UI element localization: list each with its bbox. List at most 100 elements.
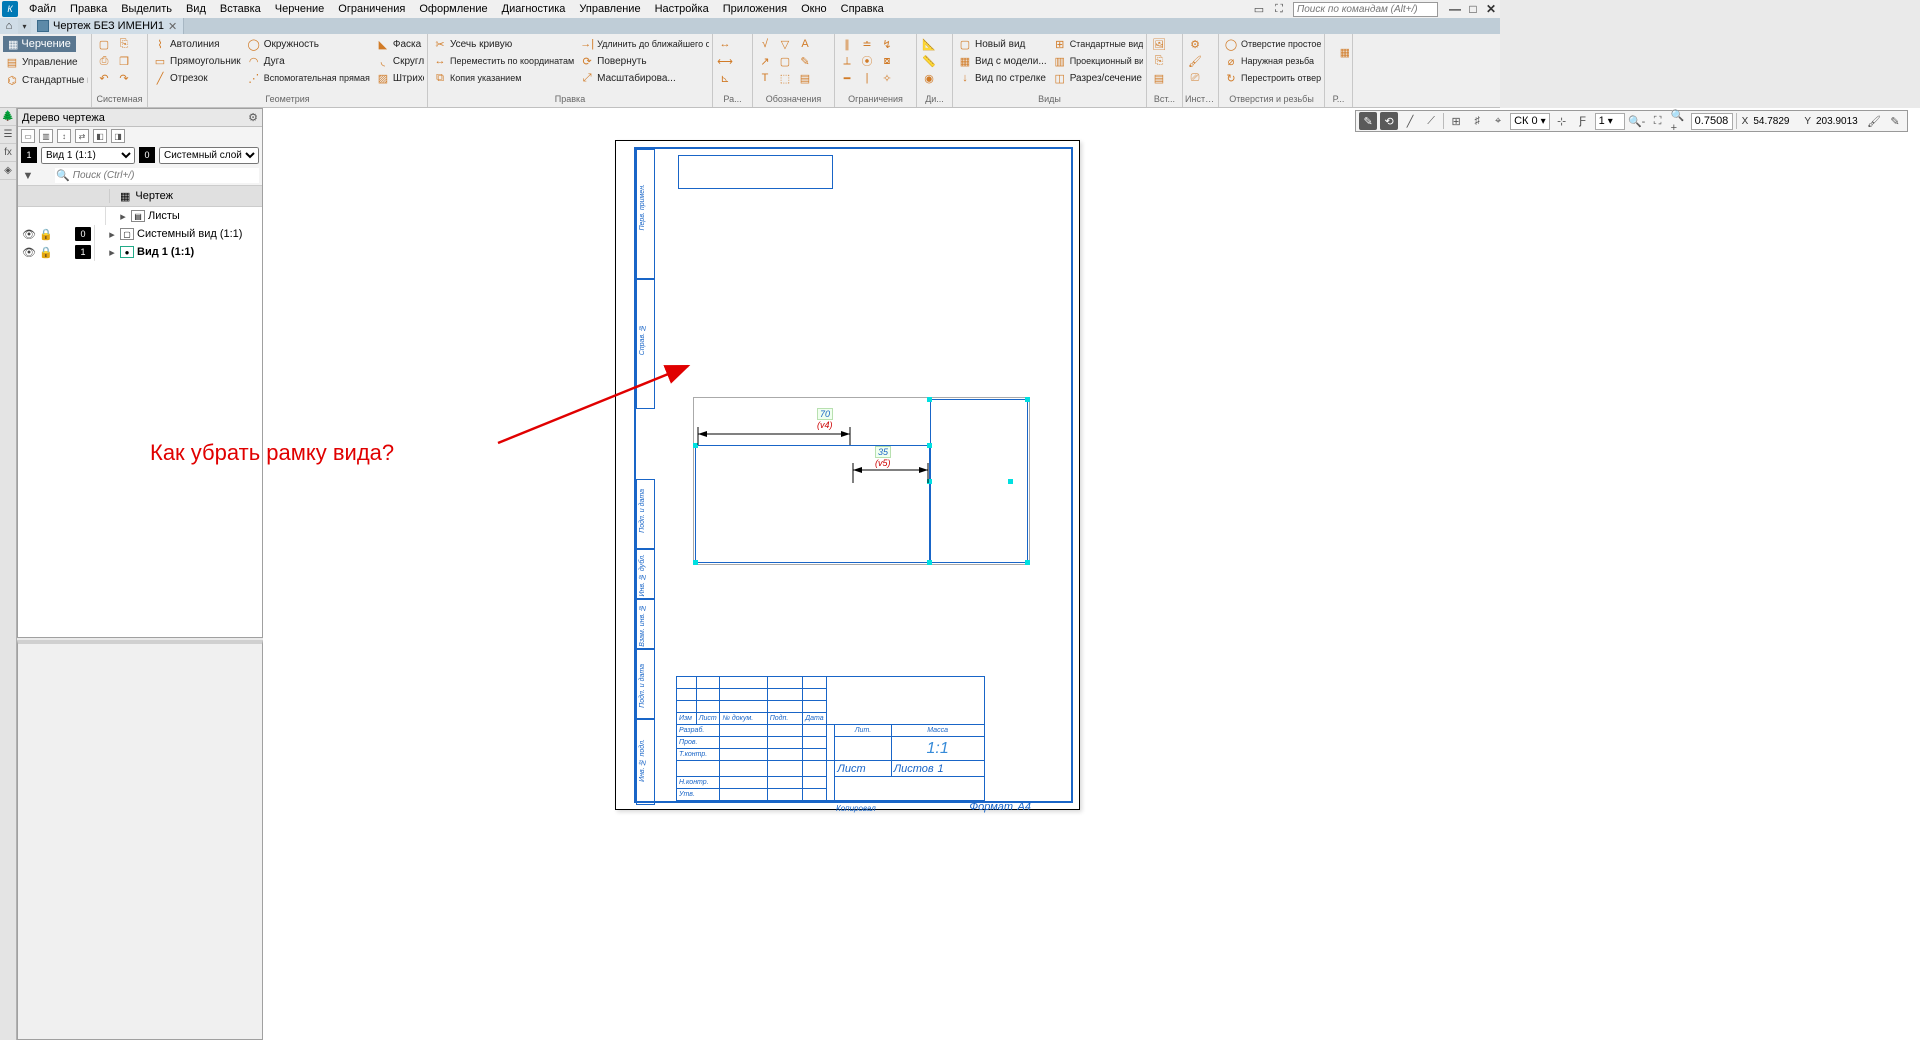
- handle-6[interactable]: [1025, 397, 1030, 402]
- diag-3[interactable]: ◉: [920, 70, 938, 86]
- edit-copy[interactable]: ⧉Копия указанием: [431, 70, 576, 86]
- edit-scale[interactable]: ⤢Масштабирова...: [578, 70, 709, 86]
- eye-view1[interactable]: 👁: [22, 246, 36, 259]
- tree-sysview[interactable]: 👁 🔒 0 ▸ ▢ Системный вид (1:1): [18, 225, 262, 243]
- menu-apps[interactable]: Приложения: [716, 1, 794, 17]
- con-7[interactable]: ↯: [878, 36, 896, 52]
- command-search[interactable]: [1293, 2, 1438, 17]
- geom-arc[interactable]: ◠Дуга: [245, 53, 372, 69]
- holes-rebuild[interactable]: ↻Перестроить отверстия и из...: [1222, 70, 1321, 86]
- con-9[interactable]: ✧: [878, 70, 896, 86]
- annot-1[interactable]: √: [756, 36, 774, 52]
- doc-tab[interactable]: Чертеж БЕЗ ИМЕНИ1 ✕: [31, 18, 184, 34]
- tree-settings-icon[interactable]: ⚙: [248, 111, 258, 124]
- menu-file[interactable]: Файл: [22, 1, 63, 17]
- sys-redo[interactable]: ↷: [115, 70, 133, 86]
- sys-print[interactable]: ⎙: [95, 53, 113, 69]
- rail-lib[interactable]: ◈: [0, 162, 16, 180]
- diag-2[interactable]: 📏: [920, 53, 938, 69]
- rail-fx[interactable]: fx: [0, 144, 16, 162]
- layer-select[interactable]: Системный слой: [159, 147, 259, 164]
- geom-aux[interactable]: ⋰Вспомогательная прямая: [245, 70, 372, 86]
- views-new[interactable]: ▢Новый вид: [956, 36, 1049, 52]
- annot-7[interactable]: А: [796, 36, 814, 52]
- geom-hatch[interactable]: ▨Штриховка: [374, 70, 424, 86]
- rail-tree[interactable]: 🌲: [0, 108, 16, 126]
- close-button[interactable]: ✕: [1484, 2, 1498, 16]
- views-arrow[interactable]: ↓Вид по стрелке: [956, 70, 1049, 86]
- vb-4[interactable]: ⟋: [1422, 112, 1440, 130]
- vb-zoomin[interactable]: 🔍+: [1670, 112, 1688, 130]
- sys-open[interactable]: ⎘: [115, 36, 133, 52]
- home-dropdown[interactable]: ▾: [18, 18, 31, 34]
- dim-70-val[interactable]: 70: [817, 408, 833, 420]
- ins-1[interactable]: 🖼: [1150, 36, 1168, 52]
- vb-3[interactable]: ╱: [1401, 112, 1419, 130]
- dim-1[interactable]: ↔: [716, 36, 734, 52]
- ribbon-std-parts[interactable]: ⌬Стандартные изделия: [3, 72, 88, 88]
- tree-t2[interactable]: ▥: [39, 129, 53, 143]
- menu-help[interactable]: Справка: [834, 1, 891, 17]
- vb-2[interactable]: ⟲: [1380, 112, 1398, 130]
- annot-8[interactable]: ✎: [796, 53, 814, 69]
- filter-icon[interactable]: ▼: [21, 169, 35, 183]
- views-section[interactable]: ◫Разрез/сечение: [1051, 70, 1143, 86]
- menu-draft[interactable]: Черчение: [268, 1, 332, 17]
- con-3[interactable]: ━: [838, 70, 856, 86]
- doc-tab-close[interactable]: ✕: [168, 20, 177, 33]
- tree-t3[interactable]: ↕: [57, 129, 71, 143]
- annot-4[interactable]: ▽: [776, 36, 794, 52]
- menu-view[interactable]: Вид: [179, 1, 213, 17]
- vb-snap[interactable]: ⌖: [1489, 112, 1507, 130]
- menu-settings[interactable]: Настройка: [648, 1, 716, 17]
- geom-fillet[interactable]: ◟Скругление: [374, 53, 424, 69]
- drawing-canvas[interactable]: ✎ ⟲ ╱ ⟋ ⊞ ♯ ⌖ СК 0▾ ⊹ Ƒ 1▾ 🔍- ⛶ 🔍+ 0.750…: [263, 108, 1920, 1040]
- tree-sheets[interactable]: ▸ ▤ Листы: [18, 207, 262, 225]
- menu-manage[interactable]: Управление: [572, 1, 647, 17]
- vb-zoomout[interactable]: 🔍-: [1628, 112, 1646, 130]
- menu-insert[interactable]: Вставка: [213, 1, 268, 17]
- home-tab[interactable]: ⌂: [0, 18, 18, 34]
- views-proj[interactable]: ▥Проекционный вид: [1051, 53, 1143, 69]
- dim-2[interactable]: ⟷: [716, 53, 734, 69]
- tool-1[interactable]: ⚙: [1186, 36, 1204, 52]
- geom-rect[interactable]: ▭Прямоугольник: [151, 53, 243, 69]
- menu-edit[interactable]: Правка: [63, 1, 114, 17]
- menu-constraints[interactable]: Ограничения: [331, 1, 412, 17]
- con-4[interactable]: ≐: [858, 36, 876, 52]
- vb-zoomval[interactable]: 0.7508: [1691, 113, 1733, 130]
- tree-t6[interactable]: ◨: [111, 129, 125, 143]
- vb-brush[interactable]: 🖌: [1865, 112, 1883, 130]
- expand-sheets[interactable]: ▸: [118, 210, 128, 223]
- handle-5[interactable]: [927, 397, 932, 402]
- ribbon-management[interactable]: ▤Управление: [3, 54, 80, 70]
- minimize-button[interactable]: —: [1448, 2, 1462, 16]
- annot-6[interactable]: ⬚: [776, 70, 794, 86]
- tool-2[interactable]: 🖌: [1186, 53, 1204, 69]
- annot-3[interactable]: T: [756, 70, 774, 86]
- edit-trim[interactable]: ✂Усечь кривую: [431, 36, 576, 52]
- con-6[interactable]: |: [858, 70, 876, 86]
- handle-2[interactable]: [693, 560, 698, 565]
- ins-2[interactable]: ⎘: [1150, 53, 1168, 69]
- tree-t5[interactable]: ◧: [93, 129, 107, 143]
- views-model[interactable]: ▦Вид с модели...: [956, 53, 1049, 69]
- sys-new[interactable]: ▢: [95, 36, 113, 52]
- rail-prop[interactable]: ☰: [0, 126, 16, 144]
- holes-simple[interactable]: ◯Отверстие простое: [1222, 36, 1321, 52]
- tool-3[interactable]: ⎚: [1186, 70, 1204, 86]
- fullscreen-icon[interactable]: ⛶: [1272, 2, 1286, 16]
- vb-axes[interactable]: ⊹: [1553, 112, 1571, 130]
- diag-1[interactable]: 📐: [920, 36, 938, 52]
- tree-view1[interactable]: 👁 🔒 1 ▸ ● Вид 1 (1:1): [18, 243, 262, 261]
- edit-movecoord[interactable]: ↔Переместить по координатам: [431, 53, 576, 69]
- vb-param[interactable]: Ƒ: [1574, 112, 1592, 130]
- ins-3[interactable]: ▤: [1150, 70, 1168, 86]
- con-8[interactable]: ⧇: [878, 53, 896, 69]
- ribbon-tab-drafting[interactable]: ▦Черчение: [3, 36, 76, 52]
- tree-search[interactable]: [55, 168, 259, 183]
- tree-root[interactable]: ▦ Чертеж: [18, 185, 262, 207]
- menu-design[interactable]: Оформление: [412, 1, 494, 17]
- expand-sysview[interactable]: ▸: [107, 228, 117, 241]
- coord-y[interactable]: [1816, 116, 1862, 127]
